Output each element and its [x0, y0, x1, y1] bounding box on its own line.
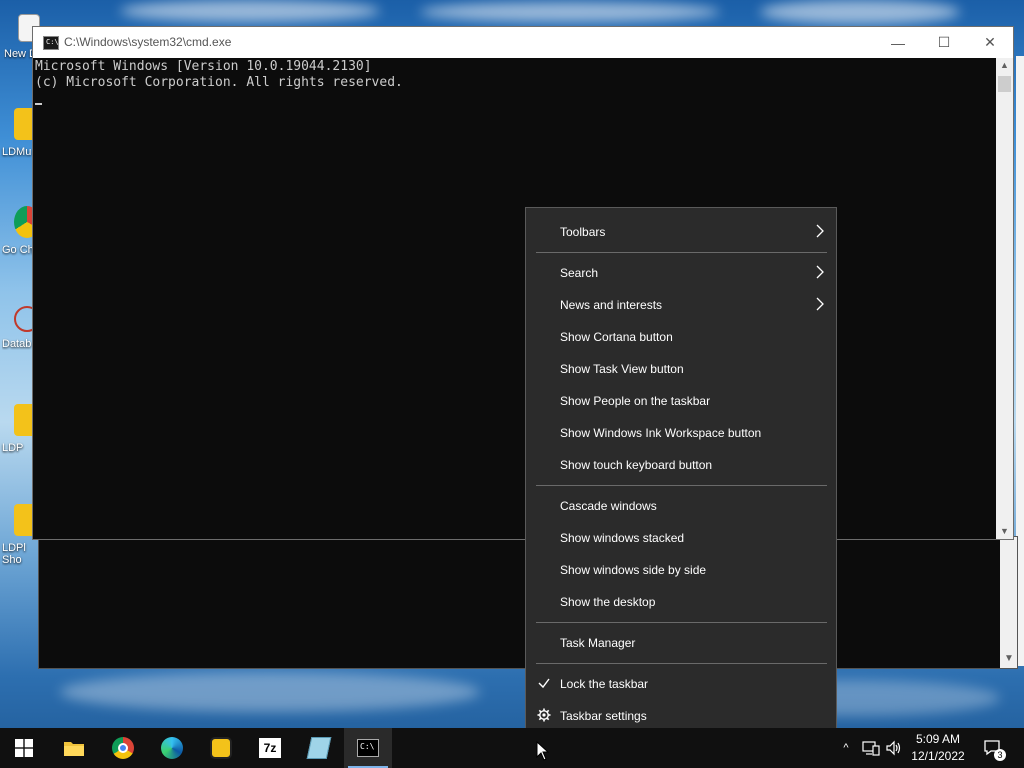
menu-item-cascade-windows[interactable]: Cascade windows	[526, 491, 836, 521]
volume-icon[interactable]	[884, 728, 904, 768]
scrollbar-thumb[interactable]	[998, 76, 1011, 92]
chevron-right-icon	[816, 297, 824, 311]
console-line: (c) Microsoft Corporation. All rights re…	[35, 75, 403, 90]
cmd-icon: C:\	[357, 739, 379, 757]
folder-icon	[64, 742, 84, 756]
menu-item-news-and-interests[interactable]: News and interests	[526, 290, 836, 320]
menu-item-show-cortana[interactable]: Show Cortana button	[526, 322, 836, 352]
notifications-button[interactable]: 3	[978, 728, 1008, 768]
clock-date: 12/1/2022	[911, 749, 965, 763]
menu-separator	[536, 663, 827, 664]
notepad-icon	[306, 737, 332, 759]
taskbar-ldplayer[interactable]	[197, 728, 245, 768]
scroll-up-icon[interactable]: ▲	[1000, 60, 1009, 70]
close-button[interactable]: ✕	[967, 27, 1013, 58]
menu-item-label: Show touch keyboard button	[560, 458, 713, 472]
menu-separator	[536, 622, 827, 623]
menu-item-show-task-view[interactable]: Show Task View button	[526, 354, 836, 384]
windows-logo-icon	[15, 739, 33, 757]
desktop-icon-label: Datab	[2, 338, 32, 350]
cmd-icon: C:\	[43, 36, 59, 50]
chevron-right-icon	[816, 224, 824, 238]
menu-item-lock-taskbar[interactable]: Lock the taskbar	[526, 669, 836, 699]
menu-item-show-touch-keyboard[interactable]: Show touch keyboard button	[526, 450, 836, 480]
desktop-icon-chrome[interactable]: Go Ch	[2, 206, 40, 278]
menu-item-label: Show Windows Ink Workspace button	[560, 426, 762, 440]
notification-badge: 3	[994, 749, 1006, 761]
desktop-icon-label: LDMu	[2, 146, 32, 158]
scroll-down-icon[interactable]: ▼	[1004, 653, 1014, 664]
menu-item-show-side-by-side[interactable]: Show windows side by side	[526, 555, 836, 585]
clock[interactable]: 5:09 AM 12/1/2022	[902, 731, 974, 765]
taskbar-7zip[interactable]: 7z	[246, 728, 294, 768]
menu-item-label: Show windows stacked	[560, 531, 685, 545]
scroll-down-icon[interactable]: ▼	[1000, 526, 1009, 536]
desktop-icon-ldplayer-store[interactable]: LDPl Sho	[2, 504, 40, 576]
checkmark-icon	[538, 678, 550, 689]
title-bar[interactable]: C:\ C:\Windows\system32\cmd.exe — ☐ ✕	[33, 27, 1013, 58]
taskbar-cmd[interactable]: C:\	[344, 728, 392, 768]
menu-item-label: Show the desktop	[560, 595, 656, 609]
desktop-icon-ldplayer[interactable]: LDP	[2, 404, 40, 476]
desktop-icon-database[interactable]: Datab	[2, 306, 40, 378]
taskbar[interactable]: 7z C:\ ^ 5:09 AM 12/1/2022 3	[0, 728, 1024, 768]
taskbar-chrome[interactable]	[99, 728, 147, 768]
taskbar-app[interactable]	[295, 728, 343, 768]
network-icon[interactable]	[860, 728, 882, 768]
start-button[interactable]	[0, 728, 48, 768]
desktop-icon-label: LDP	[2, 442, 24, 454]
gear-icon	[537, 708, 551, 722]
maximize-button[interactable]: ☐	[921, 27, 967, 58]
menu-item-label: Task Manager	[560, 636, 636, 650]
cmd-window[interactable]: C:\ C:\Windows\system32\cmd.exe — ☐ ✕ Mi…	[32, 26, 1014, 540]
menu-item-show-ink-workspace[interactable]: Show Windows Ink Workspace button	[526, 418, 836, 448]
menu-item-toolbars[interactable]: Toolbars	[526, 217, 836, 247]
menu-item-show-windows-stacked[interactable]: Show windows stacked	[526, 523, 836, 553]
menu-item-label: Taskbar settings	[560, 709, 647, 723]
vertical-scrollbar[interactable]: ▲ ▼	[996, 58, 1013, 539]
menu-item-label: Toolbars	[560, 225, 606, 239]
menu-item-label: Cascade windows	[560, 499, 657, 513]
menu-item-label: Show People on the taskbar	[560, 394, 711, 408]
menu-item-taskbar-settings[interactable]: Taskbar settings	[526, 701, 836, 731]
text-cursor	[35, 103, 42, 105]
mouse-cursor-icon	[536, 741, 550, 761]
menu-item-show-people[interactable]: Show People on the taskbar	[526, 386, 836, 416]
background-scrollbar[interactable]: ▼	[1000, 537, 1017, 668]
menu-item-search[interactable]: Search	[526, 258, 836, 288]
console-line: Microsoft Windows [Version 10.0.19044.21…	[35, 59, 372, 74]
seven-zip-icon: 7z	[259, 738, 281, 758]
menu-separator	[536, 252, 827, 253]
clock-time: 5:09 AM	[915, 732, 961, 746]
chevron-right-icon	[816, 265, 824, 279]
ldplayer-icon	[210, 737, 232, 759]
taskbar-file-explorer[interactable]	[50, 728, 98, 768]
menu-item-label: Search	[560, 266, 599, 280]
taskbar-edge[interactable]	[148, 728, 196, 768]
edge-icon	[161, 737, 183, 759]
menu-item-label: News and interests	[560, 298, 663, 312]
desktop-icon-new-document[interactable]: New Docu	[2, 14, 40, 86]
console-output[interactable]: Microsoft Windows [Version 10.0.19044.21…	[33, 58, 996, 539]
show-hidden-icons-button[interactable]: ^	[838, 728, 854, 768]
menu-item-label: Show Cortana button	[560, 330, 673, 344]
window-title: C:\Windows\system32\cmd.exe	[64, 35, 232, 49]
desktop-icon-label: Go Ch	[2, 244, 34, 256]
menu-item-label: Show windows side by side	[560, 563, 707, 577]
desktop-icon-ldmultiplayer[interactable]: LDMu	[2, 108, 40, 180]
menu-item-show-desktop[interactable]: Show the desktop	[526, 587, 836, 617]
chrome-icon	[112, 737, 134, 759]
menu-item-label: Show Task View button	[560, 362, 684, 376]
minimize-button[interactable]: —	[875, 27, 921, 58]
desktop-icon-label: LDPl Sho	[2, 542, 26, 566]
menu-separator	[536, 485, 827, 486]
taskbar-context-menu: Toolbars Search News and interests Show …	[525, 207, 837, 740]
menu-item-task-manager[interactable]: Task Manager	[526, 628, 836, 658]
menu-item-label: Lock the taskbar	[560, 677, 649, 691]
